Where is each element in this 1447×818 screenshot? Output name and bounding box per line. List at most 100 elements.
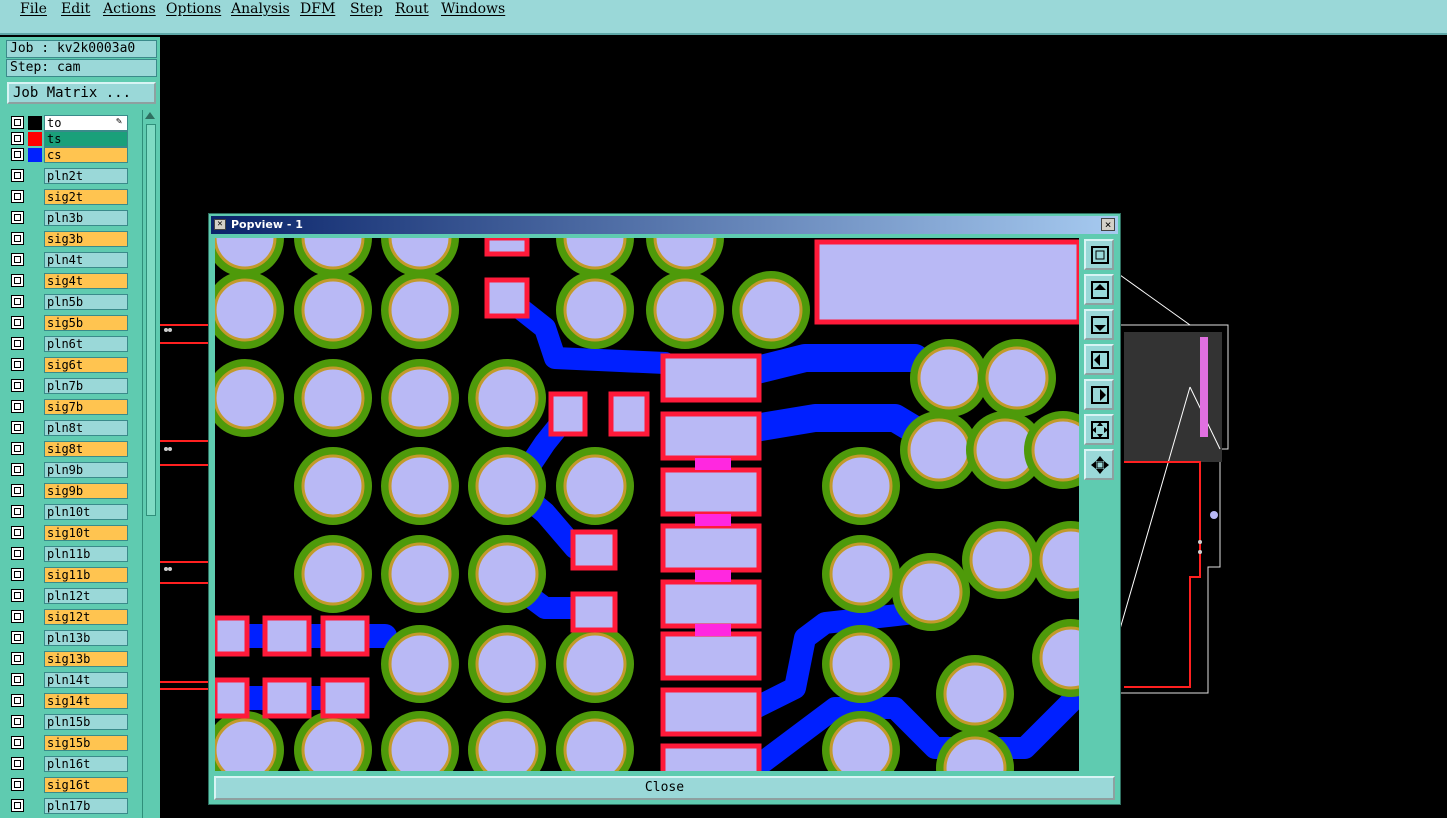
job-matrix-button[interactable]: Job Matrix ... (7, 82, 156, 104)
scroll-thumb[interactable] (146, 124, 156, 516)
layer-row-pln14t[interactable]: pln14t (8, 672, 132, 689)
menu-windows[interactable]: Windows (441, 0, 505, 18)
layer-name[interactable]: cs (44, 147, 128, 163)
layer-checkbox[interactable] (11, 652, 24, 665)
scroll-up-icon[interactable] (145, 112, 155, 119)
layer-name[interactable]: ts (44, 131, 128, 147)
layer-row-cs[interactable]: cs (8, 147, 132, 164)
layer-name[interactable]: pln14t (44, 672, 128, 688)
layer-checkbox[interactable] (11, 337, 24, 350)
layer-checkbox[interactable] (11, 673, 24, 686)
layer-row-sig5b[interactable]: sig5b (8, 315, 132, 332)
layer-checkbox[interactable] (11, 211, 24, 224)
layer-name[interactable]: sig4t (44, 273, 128, 289)
layer-checkbox[interactable] (11, 589, 24, 602)
layer-name[interactable]: sig11b (44, 567, 128, 583)
layer-name[interactable]: sig15b (44, 735, 128, 751)
layer-name[interactable]: sig6t (44, 357, 128, 373)
zoom-out-button[interactable] (1084, 449, 1114, 480)
layer-row-pln15b[interactable]: pln15b (8, 714, 132, 731)
layer-name[interactable]: pln6t (44, 336, 128, 352)
layer-name[interactable]: sig16t (44, 777, 128, 793)
layer-name[interactable]: pln9b (44, 462, 128, 478)
layer-row-sig7b[interactable]: sig7b (8, 399, 132, 416)
layer-checkbox[interactable] (11, 116, 24, 129)
pan-right-button[interactable] (1084, 379, 1114, 410)
layer-row-pln4t[interactable]: pln4t (8, 252, 132, 269)
layer-name[interactable]: pln12t (44, 588, 128, 604)
layer-row-sig8t[interactable]: sig8t (8, 441, 132, 458)
layer-checkbox[interactable] (11, 505, 24, 518)
layer-checkbox[interactable] (11, 232, 24, 245)
layer-name[interactable]: pln8t (44, 420, 128, 436)
layer-checkbox[interactable] (11, 694, 24, 707)
layer-checkbox[interactable] (11, 757, 24, 770)
layer-name[interactable]: pln11b (44, 546, 128, 562)
layer-checkbox[interactable] (11, 190, 24, 203)
menu-actions[interactable]: Actions (103, 0, 156, 18)
layer-row-pln11b[interactable]: pln11b (8, 546, 132, 563)
layer-row-pln5b[interactable]: pln5b (8, 294, 132, 311)
layer-name[interactable]: pln4t (44, 252, 128, 268)
layer-row-pln6t[interactable]: pln6t (8, 336, 132, 353)
layer-checkbox[interactable] (11, 463, 24, 476)
pan-up-button[interactable] (1084, 274, 1114, 305)
layer-row-sig16t[interactable]: sig16t (8, 777, 132, 794)
menu-step[interactable]: Step (350, 0, 382, 18)
layer-checkbox[interactable] (11, 274, 24, 287)
layer-checkbox[interactable] (11, 610, 24, 623)
layer-row-pln2t[interactable]: pln2t (8, 168, 132, 185)
layer-row-pln3b[interactable]: pln3b (8, 210, 132, 227)
layer-checkbox[interactable] (11, 379, 24, 392)
layer-row-sig4t[interactable]: sig4t (8, 273, 132, 290)
layer-checkbox[interactable] (11, 526, 24, 539)
layer-name[interactable]: pln15b (44, 714, 128, 730)
layer-row-sig9b[interactable]: sig9b (8, 483, 132, 500)
layer-row-pln13b[interactable]: pln13b (8, 630, 132, 647)
layer-row-sig15b[interactable]: sig15b (8, 735, 132, 752)
pan-left-button[interactable] (1084, 344, 1114, 375)
layer-row-pln9b[interactable]: pln9b (8, 462, 132, 479)
layer-row-sig2t[interactable]: sig2t (8, 189, 132, 206)
layer-row-pln16t[interactable]: pln16t (8, 756, 132, 773)
layer-checkbox[interactable] (11, 148, 24, 161)
popview-titlebar[interactable]: ✕ Popview - 1 × (211, 216, 1118, 234)
layer-name[interactable]: pln5b (44, 294, 128, 310)
layer-checkbox[interactable] (11, 484, 24, 497)
layer-name[interactable]: sig5b (44, 315, 128, 331)
pan-down-button[interactable] (1084, 309, 1114, 340)
layer-name[interactable]: pln2t (44, 168, 128, 184)
layer-name[interactable]: pln16t (44, 756, 128, 772)
layer-row-pln12t[interactable]: pln12t (8, 588, 132, 605)
layer-checkbox[interactable] (11, 253, 24, 266)
layer-row-pln10t[interactable]: pln10t (8, 504, 132, 521)
layer-checkbox[interactable] (11, 778, 24, 791)
menu-options[interactable]: Options (166, 0, 221, 18)
layer-row-ts[interactable]: ts (8, 131, 132, 148)
layer-row-pln17b[interactable]: pln17b (8, 798, 132, 815)
layer-checkbox[interactable] (11, 169, 24, 182)
layer-checkbox[interactable] (11, 715, 24, 728)
menu-edit[interactable]: Edit (61, 0, 90, 18)
layer-checkbox[interactable] (11, 631, 24, 644)
layer-name[interactable]: sig8t (44, 441, 128, 457)
layer-checkbox[interactable] (11, 442, 24, 455)
layer-row-sig3b[interactable]: sig3b (8, 231, 132, 248)
menu-analysis[interactable]: Analysis (231, 0, 290, 18)
layer-row-pln7b[interactable]: pln7b (8, 378, 132, 395)
layer-name[interactable]: sig13b (44, 651, 128, 667)
layer-checkbox[interactable] (11, 799, 24, 812)
layer-checkbox[interactable] (11, 421, 24, 434)
layer-row-sig6t[interactable]: sig6t (8, 357, 132, 374)
layer-name[interactable]: pln3b (44, 210, 128, 226)
zoom-fit-button[interactable] (1084, 414, 1114, 445)
layer-row-to[interactable]: to ✎ (8, 115, 132, 132)
layer-row-sig13b[interactable]: sig13b (8, 651, 132, 668)
layer-checkbox[interactable] (11, 358, 24, 371)
layer-row-sig11b[interactable]: sig11b (8, 567, 132, 584)
layer-name[interactable]: sig9b (44, 483, 128, 499)
layer-row-sig12t[interactable]: sig12t (8, 609, 132, 626)
close-icon[interactable]: × (1101, 218, 1115, 231)
zoom-home-button[interactable] (1084, 239, 1114, 270)
layer-row-sig10t[interactable]: sig10t (8, 525, 132, 542)
